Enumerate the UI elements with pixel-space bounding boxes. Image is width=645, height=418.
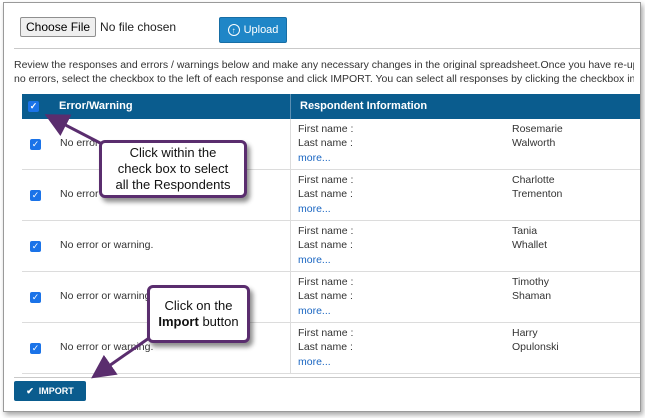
arrow-to-select-all [44, 114, 105, 147]
callout-import-bold: Import [158, 314, 199, 329]
callout-select-all: Click within the check box to select all… [99, 140, 247, 198]
callout-import: Click on the Import button [147, 285, 250, 343]
callout-import-prefix: Click on the [164, 298, 233, 313]
callout-import-suffix: button [202, 314, 239, 329]
screenshot-frame: Choose File No file chosen ↑ Upload Revi… [3, 2, 641, 412]
callout-arrows [44, 114, 153, 379]
arrow-to-import [91, 334, 153, 379]
